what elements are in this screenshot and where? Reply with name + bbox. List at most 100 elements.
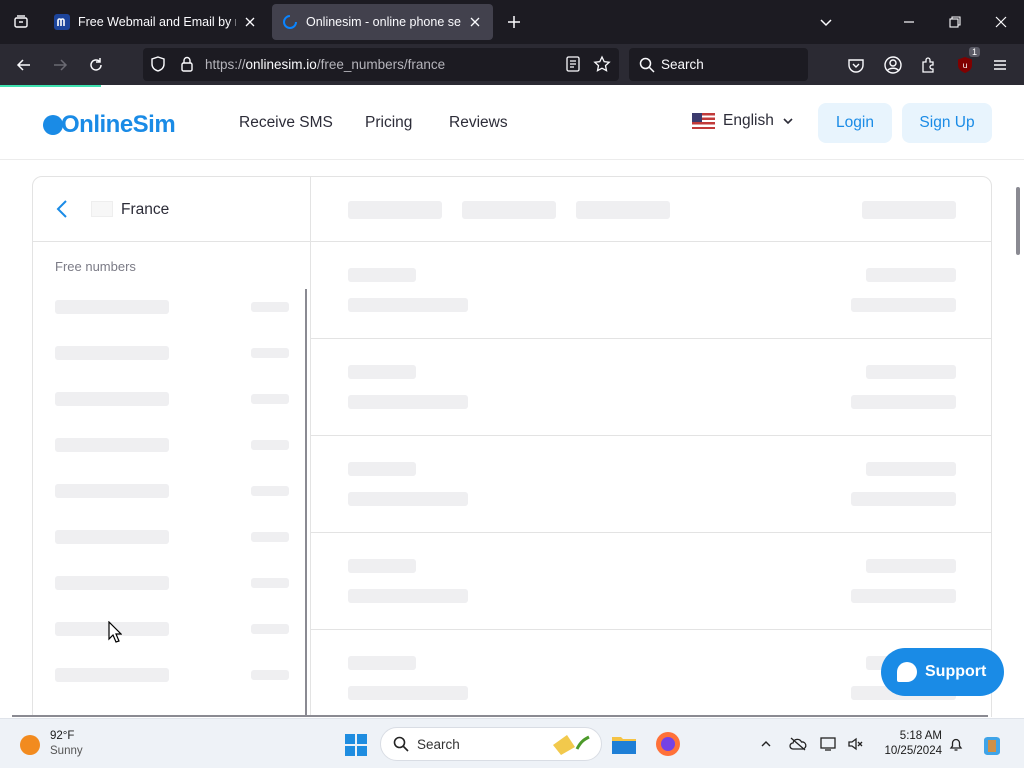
forward-button[interactable] — [45, 50, 75, 80]
onedrive-status-icon[interactable] — [789, 735, 807, 753]
chat-bubble-icon — [897, 662, 917, 682]
skeleton-message — [348, 395, 468, 409]
pocket-button[interactable] — [844, 53, 868, 77]
list-all-tabs-button[interactable] — [0, 0, 42, 44]
skeleton-number — [55, 530, 169, 544]
file-explorer-button[interactable] — [608, 728, 640, 760]
chevron-down-icon — [783, 118, 793, 125]
skeleton-sender — [348, 365, 416, 379]
skeleton-code — [851, 395, 956, 409]
new-tab-button[interactable] — [500, 8, 528, 36]
account-icon — [884, 56, 902, 74]
skeleton-message — [348, 492, 468, 506]
mouse-cursor-icon — [108, 621, 122, 643]
arrow-right-icon — [54, 59, 68, 71]
close-window-button[interactable] — [978, 0, 1024, 44]
skeleton-sender — [348, 559, 416, 573]
skeleton-number — [55, 484, 169, 498]
nav-pricing[interactable]: Pricing — [365, 114, 412, 132]
tab-title: Free Webmail and Email by mail.com — [78, 15, 236, 29]
skeleton-code — [851, 589, 956, 603]
horizontal-scrollbar[interactable] — [12, 715, 988, 717]
sign-up-button[interactable]: Sign Up — [902, 103, 992, 143]
copilot-button[interactable] — [976, 730, 1008, 762]
start-button[interactable] — [345, 734, 367, 756]
ublock-shield-icon: u — [958, 57, 972, 73]
skeleton-badge — [251, 394, 289, 404]
show-hidden-icons-button[interactable] — [757, 735, 775, 753]
logo-mark-icon — [43, 115, 63, 135]
weather-widget[interactable]: 92°F Sunny — [20, 729, 83, 759]
taskbar-search-box[interactable]: Search — [380, 727, 602, 761]
support-chat-button[interactable]: Support — [881, 648, 1004, 696]
login-button[interactable]: Login — [818, 103, 892, 143]
search-icon — [393, 736, 409, 752]
minimize-icon — [904, 21, 914, 23]
free-numbers-panel: France Free numbers — [32, 176, 992, 717]
page-scrollbar[interactable] — [1016, 187, 1020, 255]
onlinesim-logo[interactable]: OnlineSim — [43, 111, 176, 139]
skeleton-sender — [348, 462, 416, 476]
search-icon — [639, 57, 655, 73]
back-arrow-icon[interactable] — [51, 197, 75, 226]
nav-receive-sms[interactable]: Receive SMS — [239, 114, 333, 132]
extensions-button[interactable] — [917, 53, 941, 77]
firefox-taskbar-button[interactable] — [652, 728, 684, 760]
skeleton-message — [348, 589, 468, 603]
firefox-icon — [656, 732, 680, 756]
svg-text:u: u — [962, 61, 967, 70]
plus-icon — [508, 16, 520, 28]
sun-icon — [20, 735, 40, 755]
browser-tab-bar: Free Webmail and Email by mail.com Onlin… — [0, 0, 1024, 44]
support-label: Support — [925, 663, 987, 680]
skeleton-code — [851, 298, 956, 312]
free-numbers-label: Free numbers — [55, 259, 136, 274]
back-button[interactable] — [9, 50, 39, 80]
skeleton-message — [348, 298, 468, 312]
nav-reviews[interactable]: Reviews — [449, 114, 508, 132]
bell-icon — [949, 738, 963, 751]
language-selector[interactable]: English — [692, 112, 794, 130]
volume-muted-icon[interactable] — [846, 735, 864, 753]
panel-header-divider — [33, 241, 991, 242]
tracking-protection-icon[interactable] — [149, 55, 167, 78]
chevron-down-icon — [820, 19, 832, 27]
search-highlight-icon — [553, 735, 590, 755]
windows-taskbar: 92°F Sunny Search 5:18 AM 10/25/2024 — [0, 718, 1024, 768]
ublock-button[interactable]: u 1 — [953, 47, 980, 77]
extensions-badge: 1 — [968, 47, 980, 57]
tab-title: Onlinesim - online phone service — [306, 15, 461, 29]
network-icon[interactable] — [820, 735, 838, 753]
tab-overflow-button[interactable] — [803, 0, 849, 44]
row-divider — [311, 338, 991, 339]
reader-view-icon[interactable] — [565, 55, 581, 78]
row-divider — [311, 629, 991, 630]
tab-onlinesim[interactable]: Onlinesim - online phone service — [272, 4, 493, 40]
address-bar[interactable]: https://onlinesim.io/free_numbers/france — [143, 48, 619, 81]
bookmark-star-icon[interactable] — [593, 55, 611, 78]
skeleton-badge — [251, 486, 289, 496]
notifications-button[interactable] — [947, 735, 965, 753]
lock-icon[interactable] — [179, 55, 195, 78]
copilot-icon — [984, 737, 1000, 755]
close-tab-icon[interactable] — [242, 14, 258, 30]
skeleton-badge — [251, 440, 289, 450]
account-button[interactable] — [881, 53, 905, 77]
list-scrollbar[interactable] — [305, 289, 307, 717]
us-flag-icon — [692, 113, 715, 129]
app-menu-button[interactable] — [988, 53, 1012, 77]
country-name: France — [121, 201, 170, 218]
close-tab-icon[interactable] — [467, 14, 483, 30]
restore-button[interactable] — [932, 0, 978, 44]
language-label: English — [723, 112, 774, 129]
skeleton-time — [866, 462, 956, 476]
skeleton-number — [55, 438, 169, 452]
browser-search-box[interactable]: Search — [629, 48, 808, 81]
loading-spinner-icon — [282, 14, 298, 30]
skeleton-time — [866, 268, 956, 282]
panel-divider — [310, 177, 311, 717]
system-clock[interactable]: 5:18 AM 10/25/2024 — [876, 729, 942, 759]
reload-button[interactable] — [81, 50, 111, 80]
minimize-button[interactable] — [886, 0, 932, 44]
tab-mail-com[interactable]: Free Webmail and Email by mail.com — [44, 4, 268, 40]
